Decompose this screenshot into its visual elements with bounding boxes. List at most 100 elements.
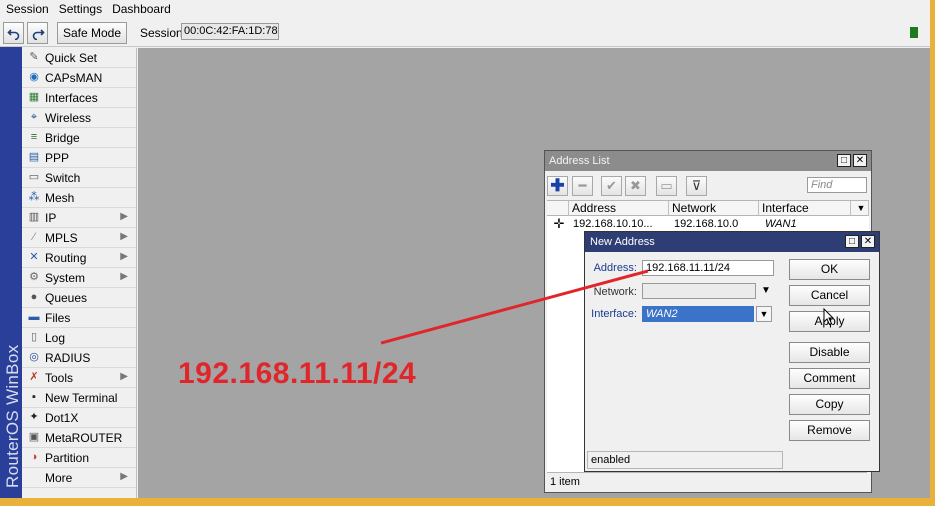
sidebar-item-mesh[interactable]: ⁂ Mesh (22, 188, 136, 208)
filter-icon[interactable]: ⊽ (686, 176, 707, 196)
menu-dashboard[interactable]: Dashboard (106, 1, 175, 17)
sidebar-item-bridge[interactable]: ≡ Bridge (22, 128, 136, 148)
quick-set-icon: ✎ (29, 51, 39, 63)
sidebar: ✎ Quick Set ◉ CAPsMAN ▦ Interfaces ⌖ Wireless ≡ B… (22, 48, 137, 498)
sidebar-item-label: Switch (45, 170, 81, 185)
routing-icon: ✕ (29, 251, 39, 263)
ok-button[interactable]: OK (789, 259, 870, 280)
sidebar-item-label: MetaROUTER (45, 430, 123, 445)
maximize-icon[interactable]: □ (845, 235, 859, 248)
undo-button[interactable] (3, 22, 24, 44)
radius-icon: ◎ (29, 351, 39, 363)
interface-select[interactable]: WAN2 (642, 306, 754, 322)
submenu-arrow-icon: ▶ (120, 251, 128, 262)
new-address-status: enabled (587, 451, 783, 469)
sidebar-item-radius[interactable]: ◎ RADIUS (22, 348, 136, 368)
sidebar-item-label: Bridge (45, 130, 80, 145)
copy-button[interactable]: Copy (789, 394, 870, 415)
sidebar-item-new-terminal[interactable]: ▪ New Terminal (22, 388, 136, 408)
column-address[interactable]: Address (569, 201, 669, 216)
sidebar-item-label: Wireless (45, 110, 92, 125)
sidebar-item-quick-set[interactable]: ✎ Quick Set (22, 48, 136, 68)
sidebar-item-metarouter[interactable]: ▣ MetaROUTER (22, 428, 136, 448)
network-input[interactable] (642, 283, 756, 299)
column-menu-icon[interactable]: ▼ (851, 201, 869, 216)
sidebar-item-interfaces[interactable]: ▦ Interfaces (22, 88, 136, 108)
remove-button[interactable]: Remove (789, 420, 870, 441)
sidebar-item-capsman[interactable]: ◉ CAPsMAN (22, 68, 136, 88)
maximize-icon[interactable]: □ (837, 154, 851, 167)
table-row[interactable]: ✛ 192.168.10.10... 192.168.10.0 WAN1 (547, 217, 869, 231)
sidebar-item-label: Tools (45, 370, 74, 385)
dot1x-icon: ✦ (29, 411, 39, 423)
winbox-app: Session Settings Dashboard Safe Mode Ses… (0, 0, 930, 498)
menu-session[interactable]: Session (0, 1, 53, 17)
address-list-title: Address List (545, 151, 871, 171)
address-list-toolbar: ✚ ━ ✔ ✖ ▭ ⊽ Find (545, 172, 871, 199)
sidebar-item-label: Dot1X (45, 410, 79, 425)
column-interface[interactable]: Interface (759, 201, 851, 216)
close-icon[interactable]: ✕ (853, 154, 867, 167)
sidebar-item-label: Interfaces (45, 90, 98, 105)
mouse-cursor-icon (823, 308, 835, 326)
ip-icon: ▥ (28, 211, 40, 223)
connection-status-indicator (910, 27, 918, 38)
disable-button[interactable]: Disable (789, 342, 870, 363)
enable-icon[interactable]: ✔ (601, 176, 622, 196)
sidebar-item-label: PPP (45, 150, 70, 165)
address-list-header: Address Network Interface ▼ (547, 200, 869, 216)
redo-icon (32, 29, 45, 41)
remove-icon[interactable]: ━ (572, 176, 593, 196)
disable-icon[interactable]: ✖ (625, 176, 646, 196)
sidebar-item-files[interactable]: ▬ Files (22, 308, 136, 328)
annotation-text: 192.168.11.11/24 (178, 357, 417, 390)
sidebar-item-more[interactable]: More ▶ (22, 468, 136, 488)
address-input[interactable]: 192.168.11.11/24 (642, 260, 774, 276)
safe-mode-button[interactable]: Safe Mode (57, 22, 127, 44)
sidebar-item-queues[interactable]: ● Queues (22, 288, 136, 308)
metarouter-icon: ▣ (28, 431, 40, 443)
sidebar-item-mpls[interactable]: ⁄ MPLS ▶ (22, 228, 136, 248)
sidebar-item-switch[interactable]: ▭ Switch (22, 168, 136, 188)
comment-button[interactable]: Comment (789, 368, 870, 389)
mpls-icon: ⁄ (33, 231, 35, 243)
row-interface: WAN1 (765, 218, 797, 230)
cancel-button[interactable]: Cancel (789, 285, 870, 306)
find-input[interactable]: Find (807, 177, 867, 193)
redo-button[interactable] (27, 22, 48, 44)
sidebar-item-ip[interactable]: ▥ IP ▶ (22, 208, 136, 228)
sidebar-item-label: Queues (45, 290, 88, 305)
column-network[interactable]: Network (669, 201, 759, 216)
terminal-icon: ▪ (32, 391, 36, 403)
comment-icon[interactable]: ▭ (656, 176, 677, 196)
partition-icon: ◑ (30, 451, 38, 463)
sidebar-item-partition[interactable]: ◑ Partition (22, 448, 136, 468)
tools-icon: ✗ (29, 371, 39, 383)
sidebar-item-system[interactable]: ⚙ System ▶ (22, 268, 136, 288)
system-icon: ⚙ (29, 271, 39, 283)
sidebar-item-ppp[interactable]: ▤ PPP (22, 148, 136, 168)
switch-icon: ▭ (28, 171, 40, 183)
ppp-icon: ▤ (28, 151, 40, 163)
sidebar-item-label: IP (45, 210, 57, 225)
submenu-arrow-icon: ▶ (120, 271, 128, 282)
sidebar-item-routing[interactable]: ✕ Routing ▶ (22, 248, 136, 268)
sidebar-item-wireless[interactable]: ⌖ Wireless (22, 108, 136, 128)
log-icon: ▯ (30, 331, 38, 343)
brand-text: RouterOS WinBox (3, 344, 22, 488)
menu-settings[interactable]: Settings (53, 1, 106, 17)
interface-dropdown-icon[interactable]: ▼ (756, 306, 772, 322)
network-label: Network: (593, 286, 637, 298)
undo-icon (6, 29, 19, 41)
sidebar-item-tools[interactable]: ✗ Tools ▶ (22, 368, 136, 388)
sidebar-item-dot1x[interactable]: ✦ Dot1X (22, 408, 136, 428)
new-address-title: New Address (585, 232, 879, 252)
session-label: Session: (140, 26, 187, 40)
sidebar-item-log[interactable]: ▯ Log (22, 328, 136, 348)
session-field: 00:0C:42:FA:1D:78 (181, 23, 279, 40)
add-icon[interactable]: ✚ (547, 176, 568, 196)
interfaces-icon: ▦ (28, 91, 40, 103)
sidebar-item-label: Files (45, 310, 71, 325)
network-dropdown-icon[interactable]: ▼ (761, 285, 771, 296)
close-icon[interactable]: ✕ (861, 235, 875, 248)
